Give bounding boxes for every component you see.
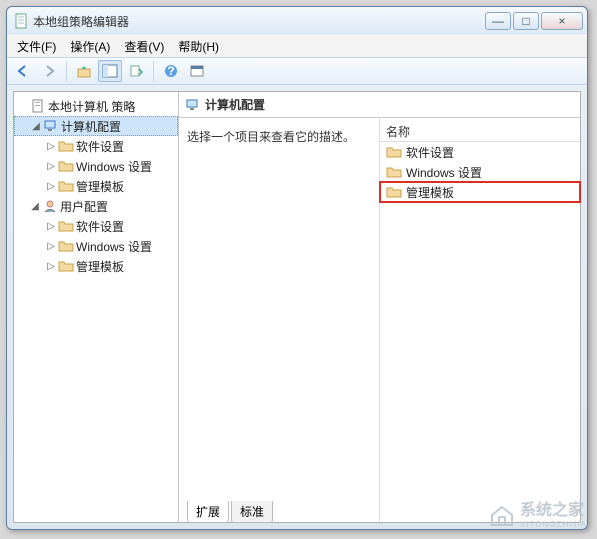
expand-icon[interactable]: ▷	[44, 241, 58, 252]
window-frame: 本地组策略编辑器 — □ × 文件(F) 操作(A) 查看(V) 帮助(H) ?…	[6, 6, 588, 530]
folder-icon	[386, 165, 402, 179]
tree-label: 用户配置	[60, 198, 108, 215]
policy-icon	[30, 99, 46, 113]
tree-label: 本地计算机 策略	[48, 98, 135, 115]
show-tree-button[interactable]	[98, 60, 122, 82]
properties-button[interactable]	[185, 60, 209, 82]
tree-label: Windows 设置	[76, 158, 152, 175]
view-tabs: 扩展 标准	[179, 502, 275, 522]
list-item[interactable]: 软件设置	[380, 142, 580, 162]
tab-standard[interactable]: 标准	[231, 501, 273, 523]
tab-extended[interactable]: 扩展	[187, 501, 229, 523]
list-item-label: 管理模板	[406, 184, 454, 201]
minimize-button[interactable]: —	[485, 12, 511, 30]
tree-cc-software[interactable]: ▷ 软件设置	[14, 136, 178, 156]
details-heading: 计算机配置	[179, 92, 580, 118]
folder-icon	[386, 145, 402, 159]
maximize-button[interactable]: □	[513, 12, 539, 30]
folder-icon	[58, 259, 74, 273]
help-button[interactable]: ?	[159, 60, 183, 82]
tree-label: Windows 设置	[76, 238, 152, 255]
tree-root[interactable]: 本地计算机 策略	[14, 96, 178, 116]
close-button[interactable]: ×	[541, 12, 583, 30]
menubar: 文件(F) 操作(A) 查看(V) 帮助(H)	[7, 35, 587, 57]
user-icon	[42, 199, 58, 213]
list-item-label: 软件设置	[406, 144, 454, 161]
list-item-admin-templates[interactable]: 管理模板	[380, 182, 580, 202]
toolbar-separator	[66, 61, 67, 81]
computer-icon	[185, 98, 201, 112]
folder-icon	[386, 185, 402, 199]
collapse-icon[interactable]: ◢	[29, 121, 43, 132]
expand-icon[interactable]: ▷	[44, 221, 58, 232]
folder-icon	[58, 139, 74, 153]
app-icon	[13, 13, 29, 29]
up-button[interactable]	[72, 60, 96, 82]
tree-uc-admin[interactable]: ▷ 管理模板	[14, 256, 178, 276]
tree-label: 管理模板	[76, 258, 124, 275]
folder-icon	[58, 239, 74, 253]
expand-icon[interactable]: ▷	[44, 181, 58, 192]
menu-action[interactable]: 操作(A)	[64, 36, 116, 57]
list-item-label: Windows 设置	[406, 164, 482, 181]
details-content: 选择一个项目来查看它的描述。 名称 软件设置 Windows 设置 管理模板	[179, 118, 580, 522]
collapse-icon[interactable]: ◢	[28, 201, 42, 212]
tree-label: 软件设置	[76, 218, 124, 235]
folder-icon	[58, 179, 74, 193]
window-title: 本地组策略编辑器	[33, 13, 485, 30]
folder-icon	[58, 219, 74, 233]
tree-cc-windows[interactable]: ▷ Windows 设置	[14, 156, 178, 176]
expand-icon[interactable]: ▷	[44, 161, 58, 172]
menu-view[interactable]: 查看(V)	[118, 36, 170, 57]
toolbar: ?	[7, 57, 587, 85]
tree-computer-config[interactable]: ◢ 计算机配置	[14, 116, 178, 136]
tree-label: 软件设置	[76, 138, 124, 155]
computer-icon	[43, 119, 59, 133]
item-list[interactable]: 名称 软件设置 Windows 设置 管理模板	[379, 118, 580, 522]
svg-text:?: ?	[167, 64, 174, 78]
folder-icon	[58, 159, 74, 173]
window-controls: — □ ×	[485, 12, 583, 30]
export-button[interactable]	[124, 60, 148, 82]
tree-pane[interactable]: 本地计算机 策略 ◢ 计算机配置 ▷ 软件设置 ▷ Windows 设置 ▷ 管…	[14, 92, 179, 522]
toolbar-separator	[153, 61, 154, 81]
expand-icon[interactable]: ▷	[44, 141, 58, 152]
tree-uc-software[interactable]: ▷ 软件设置	[14, 216, 178, 236]
description-panel: 选择一个项目来查看它的描述。	[179, 118, 379, 522]
back-button[interactable]	[11, 60, 35, 82]
menu-help[interactable]: 帮助(H)	[172, 36, 225, 57]
list-item[interactable]: Windows 设置	[380, 162, 580, 182]
client-area: 本地计算机 策略 ◢ 计算机配置 ▷ 软件设置 ▷ Windows 设置 ▷ 管…	[13, 91, 581, 523]
tree-label: 管理模板	[76, 178, 124, 195]
description-text: 选择一个项目来查看它的描述。	[187, 130, 355, 144]
forward-button[interactable]	[37, 60, 61, 82]
tree-uc-windows[interactable]: ▷ Windows 设置	[14, 236, 178, 256]
menu-file[interactable]: 文件(F)	[11, 36, 62, 57]
details-pane: 计算机配置 选择一个项目来查看它的描述。 名称 软件设置 Windows 设置	[179, 92, 580, 522]
expand-icon[interactable]: ▷	[44, 261, 58, 272]
titlebar[interactable]: 本地组策略编辑器 — □ ×	[7, 7, 587, 35]
tree-cc-admin[interactable]: ▷ 管理模板	[14, 176, 178, 196]
list-header-name[interactable]: 名称	[380, 122, 580, 142]
tree-label: 计算机配置	[61, 118, 121, 135]
heading-text: 计算机配置	[205, 96, 265, 113]
tree-user-config[interactable]: ◢ 用户配置	[14, 196, 178, 216]
